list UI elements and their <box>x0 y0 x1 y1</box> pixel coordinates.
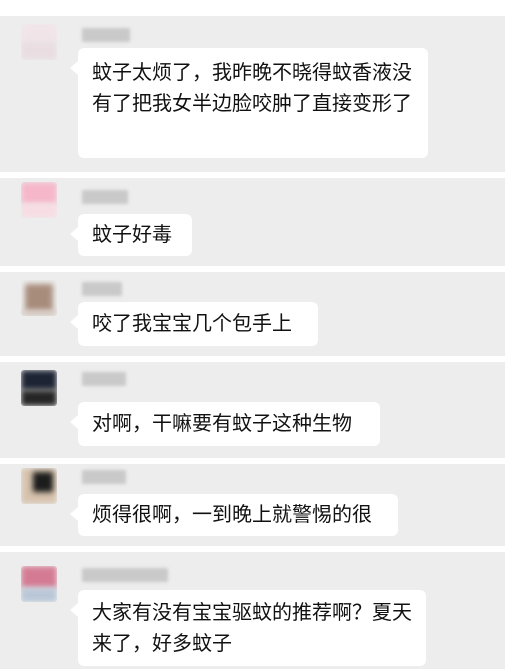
avatar[interactable] <box>21 24 57 60</box>
avatar[interactable] <box>21 370 57 406</box>
comment-text: 大家有没有宝宝驱蚊的推荐啊？夏天来了，好多蚊子 <box>92 600 412 655</box>
username-blurred <box>82 28 130 42</box>
comment-text: 咬了我宝宝几个包手上 <box>92 311 292 335</box>
username-blurred <box>82 282 122 296</box>
comment-text: 对啊，干嘛要有蚊子这种生物 <box>92 411 352 435</box>
comment-bubble: 咬了我宝宝几个包手上 <box>70 302 318 346</box>
avatar[interactable] <box>21 468 57 504</box>
comment-bubble: 蚊子好毒 <box>70 214 192 256</box>
avatar[interactable] <box>21 182 57 218</box>
comment-item: 烦得很啊，一到晚上就警惕的很 <box>0 464 505 546</box>
username-blurred <box>82 568 168 582</box>
comment-item: 咬了我宝宝几个包手上 <box>0 272 505 356</box>
comment-item: 蚊子太烦了，我昨晚不晓得蚊香液没有了把我女半边脸咬肿了直接变形了 <box>0 16 505 172</box>
avatar[interactable] <box>21 566 57 602</box>
username-blurred <box>82 470 126 484</box>
comment-item: 蚊子好毒 <box>0 178 505 266</box>
comment-bubble: 烦得很啊，一到晚上就警惕的很 <box>70 494 398 536</box>
comment-item: 大家有没有宝宝驱蚊的推荐啊？夏天来了，好多蚊子 <box>0 552 505 669</box>
comment-text: 蚊子太烦了，我昨晚不晓得蚊香液没有了把我女半边脸咬肿了直接变形了 <box>92 60 412 115</box>
username-blurred <box>82 190 128 204</box>
comment-text: 烦得很啊，一到晚上就警惕的很 <box>92 502 372 526</box>
comment-text: 蚊子好毒 <box>92 222 172 246</box>
comment-item: 对啊，干嘛要有蚊子这种生物 <box>0 362 505 458</box>
comment-bubble: 对啊，干嘛要有蚊子这种生物 <box>70 402 380 446</box>
username-blurred <box>82 372 126 386</box>
comment-bubble: 大家有没有宝宝驱蚊的推荐啊？夏天来了，好多蚊子 <box>70 590 426 666</box>
comment-bubble: 蚊子太烦了，我昨晚不晓得蚊香液没有了把我女半边脸咬肿了直接变形了 <box>70 48 428 158</box>
avatar[interactable] <box>21 280 57 316</box>
